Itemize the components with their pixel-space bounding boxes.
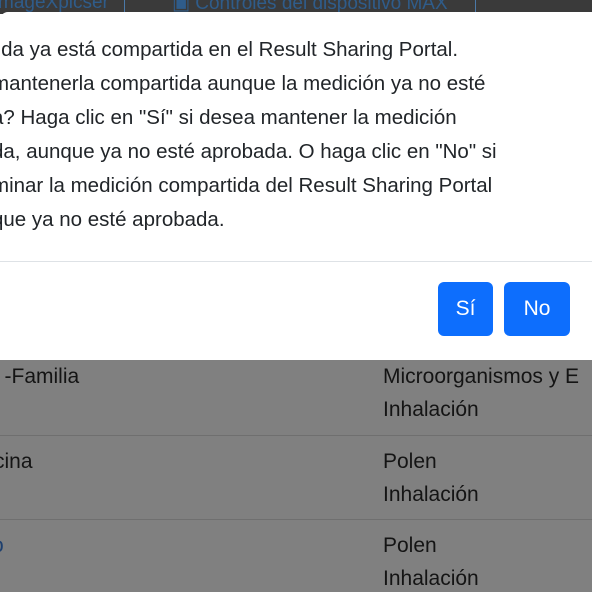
page: mageXpicser ▣ Controles del dispositivo … xyxy=(0,0,592,592)
table-cell-category: Polen xyxy=(383,534,437,557)
dialog-message-line: a? Haga clic en "Sí" si desea mantener l… xyxy=(0,106,457,129)
table-cell-route: Inhalación xyxy=(383,567,479,590)
table-cell-name: cina xyxy=(0,450,33,473)
dialog-message-line: minar la medición compartida del Result … xyxy=(0,174,493,197)
background-table: l -Familia Microorganismos y E Inhalació… xyxy=(0,360,592,592)
confirmation-dialog: lida ya está compartida en el Result Sha… xyxy=(0,12,592,360)
table-row[interactable]: cina Polen Inhalación xyxy=(0,436,592,520)
table-cell-route: Inhalación xyxy=(383,398,479,421)
dialog-footer-divider xyxy=(0,261,592,262)
table-cell-category: Microorganismos y E xyxy=(383,365,580,388)
dialog-message-line: da, aunque ya no esté aprobada. O haga c… xyxy=(0,140,497,163)
table-row[interactable]: o Polen Inhalación xyxy=(0,520,592,592)
no-button[interactable]: No xyxy=(504,282,570,336)
table-cell-route: Inhalación xyxy=(383,483,479,506)
dialog-message-line: lida ya está compartida en el Result Sha… xyxy=(0,38,459,61)
yes-button[interactable]: Sí xyxy=(438,282,493,336)
table-row[interactable]: l -Familia Microorganismos y E Inhalació… xyxy=(0,360,592,436)
table-cell-category: Polen xyxy=(383,450,437,473)
dialog-message-line: mantenerla compartida aunque la medición… xyxy=(0,72,486,95)
dialog-body: lida ya está compartida en el Result Sha… xyxy=(0,33,592,261)
table-cell-name[interactable]: o xyxy=(0,529,4,562)
table-cell-name: l -Familia xyxy=(0,365,80,388)
dialog-message-line: que ya no esté aprobada. xyxy=(0,208,225,231)
